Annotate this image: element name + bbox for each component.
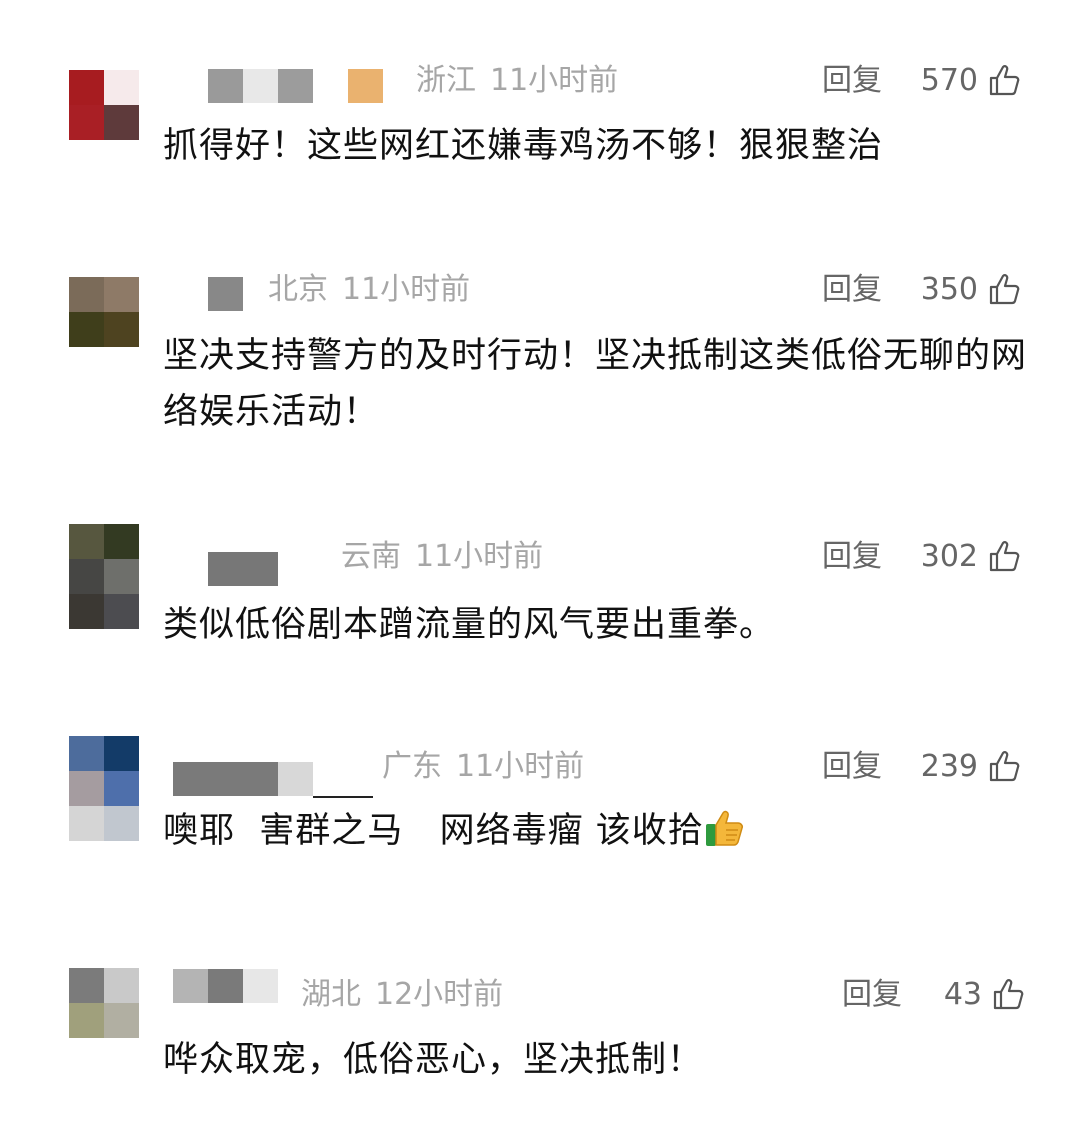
like-count: 239 (920, 749, 978, 784)
avatar-pixel (104, 70, 139, 105)
avatar-pixel (104, 312, 139, 347)
avatar-pixel (104, 968, 139, 1003)
avatar-pixel (104, 594, 139, 629)
location-label: 广东 (382, 749, 442, 784)
avatar-pixel (69, 1003, 104, 1038)
like-count: 43 (943, 977, 982, 1012)
avatar-pixel (69, 968, 104, 1003)
reply-button[interactable]: 回复 (822, 64, 882, 98)
avatar-pixel (69, 594, 104, 629)
avatar[interactable] (69, 968, 139, 1038)
avatar-pixel (69, 736, 104, 771)
thumbs-up-icon[interactable] (988, 749, 1022, 783)
comment-meta: 云南 11小时前 (341, 540, 543, 574)
like-count: 350 (920, 272, 978, 307)
avatar[interactable] (69, 70, 139, 140)
location-label: 北京 (268, 272, 328, 307)
username-redacted[interactable] (208, 69, 383, 103)
avatar-pixel (69, 312, 104, 347)
avatar-pixel (104, 277, 139, 312)
comment-text: 坚决支持警方的及时行动！坚决抵制这类低俗无聊的网络娱乐活动！ (163, 336, 1028, 432)
like-count: 302 (920, 539, 978, 574)
reply-button[interactable]: 回复 (822, 750, 882, 784)
comment-meta: 浙江 11小时前 (416, 64, 618, 98)
timestamp: 11小时前 (490, 63, 619, 98)
timestamp: 11小时前 (415, 539, 544, 574)
thumbs-up-emoji-icon (705, 810, 743, 846)
timestamp: 11小时前 (342, 272, 471, 307)
avatar-pixel (104, 771, 139, 806)
username-underline (313, 796, 373, 798)
comment-text-body: 噢耶 害群之马 网络毒瘤 该收拾 (163, 811, 704, 851)
location-label: 湖北 (301, 977, 361, 1012)
timestamp: 11小时前 (456, 749, 585, 784)
comment-meta: 广东 11小时前 (382, 750, 584, 784)
comment-text: 类似低俗剧本蹭流量的风气要出重拳。 (163, 605, 776, 645)
avatar-pixel (104, 1003, 139, 1038)
avatar[interactable] (69, 736, 139, 841)
comment-text: 抓得好！这些网红还嫌毒鸡汤不够！狠狠整治 (163, 126, 884, 166)
comment-meta: 湖北 12小时前 (301, 978, 503, 1012)
avatar[interactable] (69, 277, 139, 347)
username-redacted[interactable] (208, 277, 243, 311)
thumbs-up-icon[interactable] (988, 272, 1022, 306)
avatar-pixel (69, 105, 104, 140)
avatar-pixel (104, 524, 139, 559)
location-label: 浙江 (416, 63, 476, 98)
avatar-pixel (69, 559, 104, 594)
username-redacted[interactable] (208, 552, 278, 586)
thumbs-up-icon[interactable] (988, 63, 1022, 97)
avatar-pixel (69, 524, 104, 559)
comment-text: 噢耶 害群之马 网络毒瘤 该收拾 (163, 803, 1033, 859)
avatar[interactable] (69, 524, 139, 629)
location-label: 云南 (341, 539, 401, 574)
timestamp: 12小时前 (375, 977, 504, 1012)
reply-button[interactable]: 回复 (822, 273, 882, 307)
thumbs-up-icon[interactable] (992, 977, 1026, 1011)
like-count: 570 (920, 63, 978, 98)
avatar-pixel (69, 806, 104, 841)
username-redacted[interactable] (173, 969, 278, 1003)
comment-meta: 北京 11小时前 (268, 273, 470, 307)
avatar-pixel (69, 277, 104, 312)
thumbs-up-icon[interactable] (988, 539, 1022, 573)
avatar-pixel (104, 105, 139, 140)
avatar-pixel (69, 70, 104, 105)
avatar-pixel (69, 771, 104, 806)
avatar-pixel (104, 736, 139, 771)
reply-button[interactable]: 回复 (822, 540, 882, 574)
username-redacted[interactable] (173, 762, 313, 796)
avatar-pixel (104, 806, 139, 841)
avatar-pixel (104, 559, 139, 594)
comment-text: 哗众取宠，低俗恶心，坚决抵制！ (163, 1040, 704, 1080)
